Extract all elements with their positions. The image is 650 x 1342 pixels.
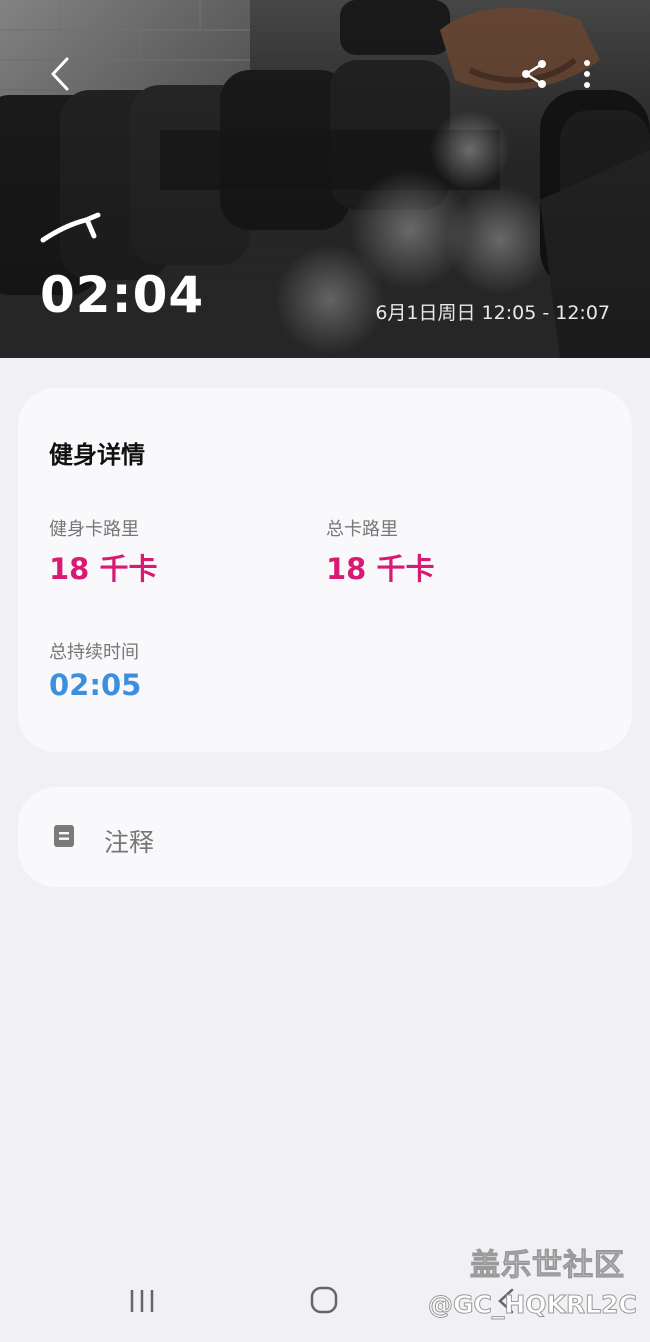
total-calories-value: 18 千卡 — [326, 552, 435, 586]
home-icon[interactable] — [310, 1286, 338, 1314]
notes-card[interactable]: 注释 — [18, 787, 632, 887]
watermark-handle: @GC_HQKRL2C — [428, 1290, 638, 1320]
watermark-title: 盖乐世社区 — [470, 1248, 625, 1284]
more-options-button[interactable] — [572, 54, 602, 94]
workout-duration: 02:04 — [40, 266, 205, 324]
more-vertical-icon — [584, 60, 590, 88]
recent-apps-icon[interactable] — [128, 1288, 156, 1314]
total-duration-value: 02:05 — [49, 668, 142, 702]
share-button[interactable] — [514, 54, 554, 94]
total-calories-label: 总卡路里 — [326, 519, 398, 540]
back-button[interactable] — [40, 54, 80, 94]
hero-banner: 02:04 6月1日周日 12:05 - 12:07 — [0, 0, 650, 358]
total-duration-label: 总持续时间 — [49, 642, 139, 663]
workout-details-card: 健身详情 健身卡路里 18 千卡 总卡路里 18 千卡 总持续时间 02:05 — [18, 388, 632, 752]
share-icon — [522, 60, 546, 88]
workout-calories-label: 健身卡路里 — [49, 519, 139, 540]
chevron-left-icon — [51, 57, 69, 91]
weight-training-icon — [40, 212, 101, 243]
notes-label: 注释 — [104, 828, 155, 857]
workout-date-range: 6月1日周日 12:05 - 12:07 — [375, 302, 610, 324]
workout-calories-value: 18 千卡 — [49, 552, 158, 586]
card-title: 健身详情 — [49, 441, 145, 469]
note-icon — [54, 825, 74, 847]
